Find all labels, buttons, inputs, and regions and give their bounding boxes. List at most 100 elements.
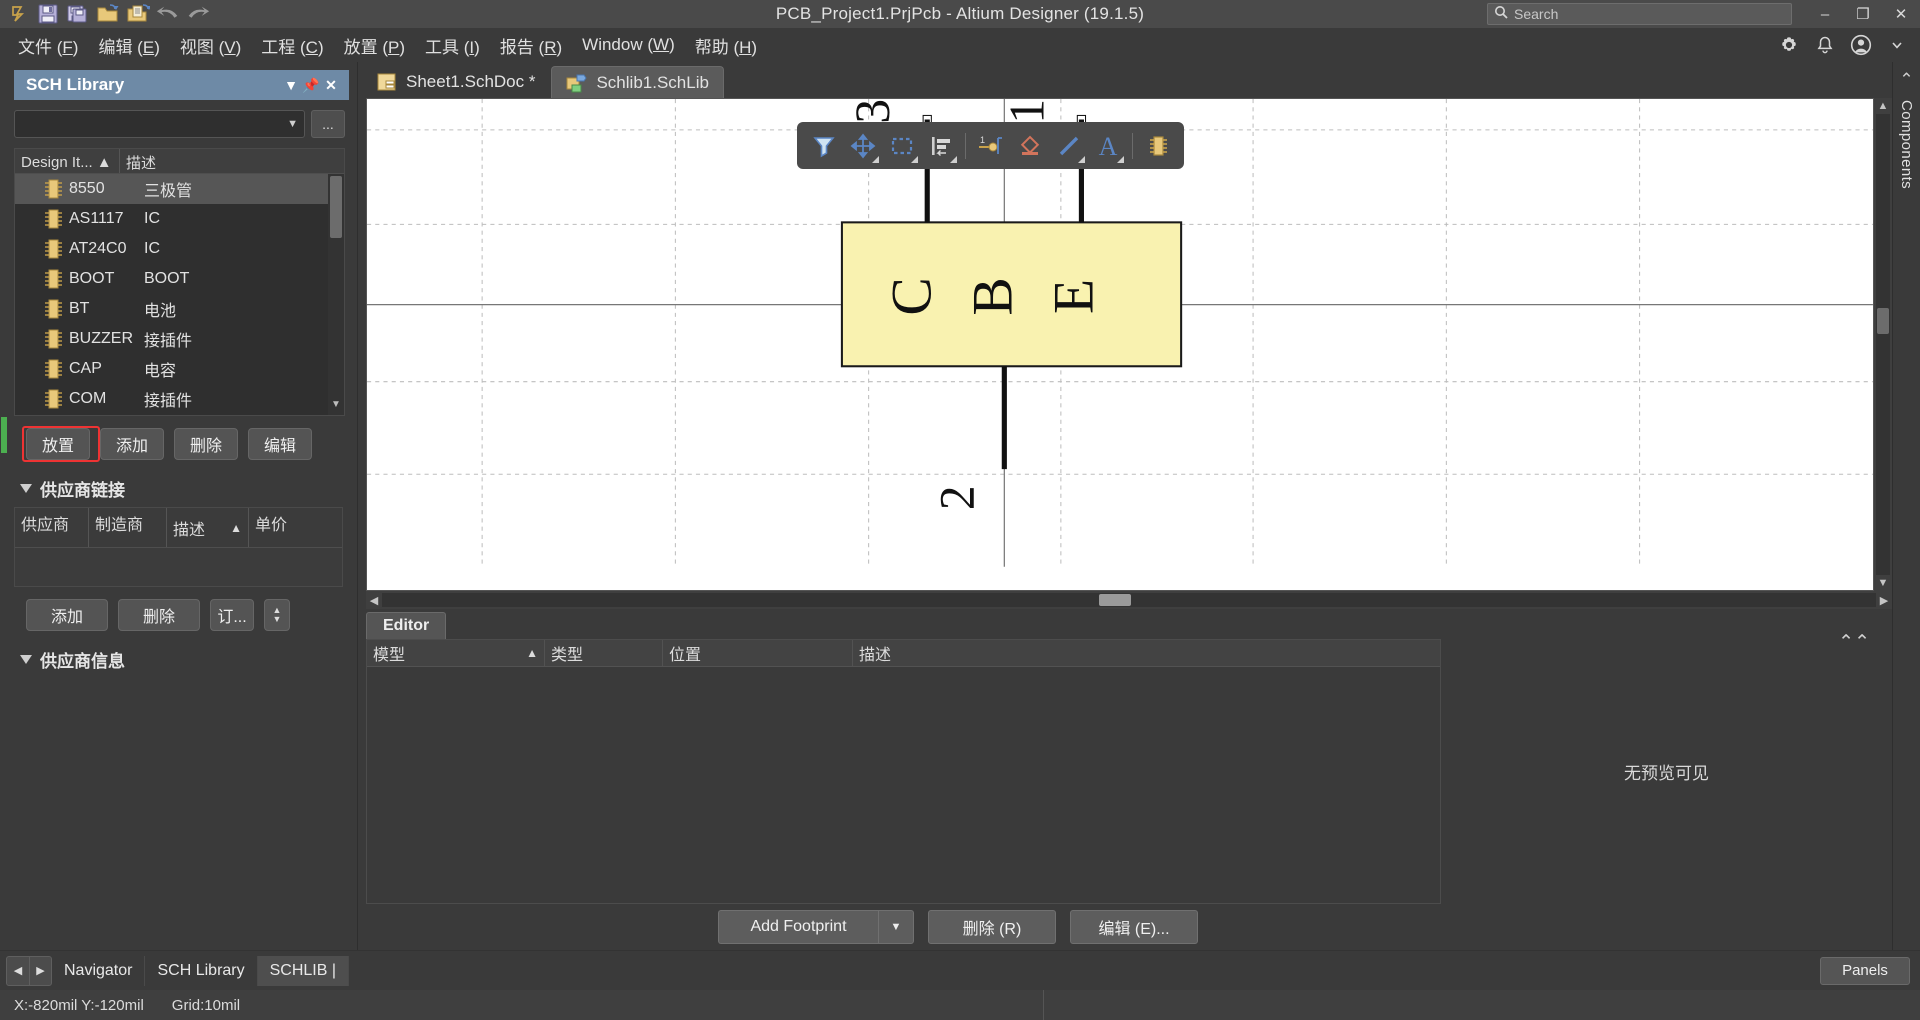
- chevron-down-icon[interactable]: [1886, 34, 1908, 56]
- library-filter-combo[interactable]: ▼: [14, 110, 305, 138]
- add-footprint-button[interactable]: Add Footprint: [718, 910, 878, 944]
- delete-footprint-button[interactable]: 删除 (R): [928, 910, 1056, 944]
- column-type[interactable]: 类型: [545, 640, 663, 666]
- supplier-order-button[interactable]: 订...: [210, 599, 254, 631]
- menu-help[interactable]: 帮助 (H): [685, 30, 767, 61]
- components-panel-tab[interactable]: Components: [1898, 100, 1915, 189]
- close-icon[interactable]: ✕: [321, 77, 341, 94]
- menu-window[interactable]: Window (W): [572, 32, 685, 58]
- align-icon[interactable]: [922, 126, 959, 166]
- supplier-info-section-header[interactable]: 供应商信息: [0, 631, 357, 678]
- document-tab[interactable]: Schlib1.SchLib: [551, 66, 724, 98]
- move-cross-icon[interactable]: [844, 126, 881, 166]
- browse-button[interactable]: ...: [311, 110, 345, 138]
- chevron-down-icon[interactable]: ▼: [878, 910, 914, 944]
- column-model[interactable]: 模型 ▲: [367, 640, 545, 666]
- redo-icon[interactable]: [185, 2, 211, 26]
- vscroll-thumb[interactable]: [1877, 307, 1889, 334]
- scroll-right-icon[interactable]: ▶: [1876, 594, 1892, 607]
- search-input[interactable]: [1514, 6, 1785, 22]
- filter-icon[interactable]: [805, 126, 842, 166]
- menu-file[interactable]: 文件 (F): [8, 30, 88, 61]
- close-button[interactable]: ✕: [1882, 0, 1920, 28]
- table-row[interactable]: CAP 电容: [15, 354, 344, 384]
- supplier-delete-button[interactable]: 删除: [118, 599, 200, 631]
- chevrons-up-icon[interactable]: ⌃: [1899, 70, 1913, 90]
- menu-place[interactable]: 放置 (P): [334, 30, 415, 61]
- save-icon[interactable]: [35, 2, 61, 26]
- column-desc[interactable]: 描述: [853, 640, 1440, 666]
- supplier-links-section-header[interactable]: 供应商链接: [0, 460, 357, 507]
- vscroll-track[interactable]: [1876, 114, 1890, 575]
- canvas-vertical-scrollbar[interactable]: ▲ ▼: [1874, 98, 1892, 591]
- place-shape-icon[interactable]: [1011, 126, 1048, 166]
- panel-nav-next[interactable]: ▶: [29, 956, 51, 985]
- place-text-icon[interactable]: A: [1089, 126, 1126, 166]
- pin-icon[interactable]: 📌: [301, 77, 321, 94]
- supplier-add-button[interactable]: 添加: [26, 599, 108, 631]
- hscroll-track[interactable]: [382, 593, 1876, 607]
- menu-view[interactable]: 视图 (V): [170, 30, 251, 61]
- table-row[interactable]: BUZZER 接插件: [15, 324, 344, 354]
- search-box[interactable]: [1487, 3, 1792, 25]
- bell-icon[interactable]: [1814, 34, 1836, 56]
- scroll-down-icon[interactable]: ▼: [330, 399, 342, 413]
- table-row[interactable]: AS1117 IC: [15, 204, 344, 234]
- menu-project[interactable]: 工程 (C): [251, 30, 333, 61]
- table-row[interactable]: BT 电池: [15, 294, 344, 324]
- scroll-down-icon[interactable]: ▼: [1878, 577, 1889, 589]
- document-tab[interactable]: Sheet1.SchDoc *: [362, 66, 549, 98]
- panel-nav-prev[interactable]: ◀: [7, 957, 29, 985]
- undo-icon[interactable]: [155, 2, 181, 26]
- column-location[interactable]: 位置: [663, 640, 853, 666]
- panel-tab-schlib[interactable]: SCHLIB |: [257, 955, 350, 986]
- edit-button[interactable]: 编辑: [248, 428, 312, 460]
- hscroll-thumb[interactable]: [1099, 594, 1132, 606]
- place-line-icon[interactable]: [1050, 126, 1087, 166]
- column-header-design-item[interactable]: Design It... ▲: [15, 149, 120, 173]
- minimize-button[interactable]: –: [1806, 0, 1844, 28]
- table-row[interactable]: COM 接插件: [15, 384, 344, 414]
- scroll-up-icon[interactable]: ▲: [1878, 100, 1889, 112]
- add-button[interactable]: 添加: [100, 428, 164, 460]
- user-account-icon[interactable]: [1850, 34, 1872, 56]
- chevron-down-icon[interactable]: ▼: [281, 77, 301, 93]
- menu-edit[interactable]: 编辑 (E): [88, 30, 169, 61]
- column-unit-price[interactable]: 单价: [249, 508, 342, 547]
- panel-tab-navigator[interactable]: Navigator: [52, 955, 146, 986]
- panel-tab-sch-library[interactable]: SCH Library: [145, 955, 258, 986]
- open-folder-icon[interactable]: [95, 2, 121, 26]
- schematic-canvas[interactable]: 3 1 2 C B E 1 A: [366, 98, 1874, 591]
- component-list-scrollbar[interactable]: ▼: [328, 174, 344, 415]
- column-header-description[interactable]: 描述: [120, 149, 344, 173]
- gear-icon[interactable]: [1778, 34, 1800, 56]
- place-pin-icon[interactable]: 1: [972, 126, 1009, 166]
- scroll-left-icon[interactable]: ◀: [366, 594, 382, 607]
- maximize-button[interactable]: ❐: [1844, 0, 1882, 28]
- menu-reports[interactable]: 报告 (R): [490, 30, 572, 61]
- place-button[interactable]: 放置: [26, 428, 90, 460]
- tab-editor[interactable]: Editor: [366, 612, 447, 639]
- open-document-icon[interactable]: [125, 2, 151, 26]
- column-supplier[interactable]: 供应商: [15, 508, 89, 547]
- scrollbar-thumb[interactable]: [330, 176, 342, 238]
- chevron-down-icon[interactable]: ▼: [287, 118, 298, 130]
- canvas-horizontal-scrollbar[interactable]: ◀ ▶: [366, 591, 1892, 609]
- delete-button[interactable]: 删除: [174, 428, 238, 460]
- menu-tools[interactable]: 工具 (I): [415, 30, 490, 61]
- marquee-select-icon[interactable]: [883, 126, 920, 166]
- table-row[interactable]: BOOT BOOT: [15, 264, 344, 294]
- table-row[interactable]: 8550 三极管: [15, 174, 344, 204]
- table-row[interactable]: CON2座子: [15, 414, 344, 415]
- quantity-stepper[interactable]: ▲ ▼: [264, 599, 290, 631]
- edit-footprint-button[interactable]: 编辑 (E)...: [1070, 910, 1198, 944]
- add-footprint-split-button: Add Footprint ▼: [718, 910, 914, 944]
- altium-logo-icon[interactable]: [5, 2, 31, 26]
- column-manufacturer[interactable]: 制造商: [89, 508, 167, 547]
- panels-button[interactable]: Panels: [1820, 956, 1910, 985]
- place-component-icon[interactable]: [1139, 126, 1176, 166]
- save-all-icon[interactable]: [65, 2, 91, 26]
- table-row[interactable]: AT24C0 IC: [15, 234, 344, 264]
- chevrons-up-icon[interactable]: ⌃⌃: [1838, 631, 1870, 654]
- column-description[interactable]: 描述 ▲: [167, 508, 249, 547]
